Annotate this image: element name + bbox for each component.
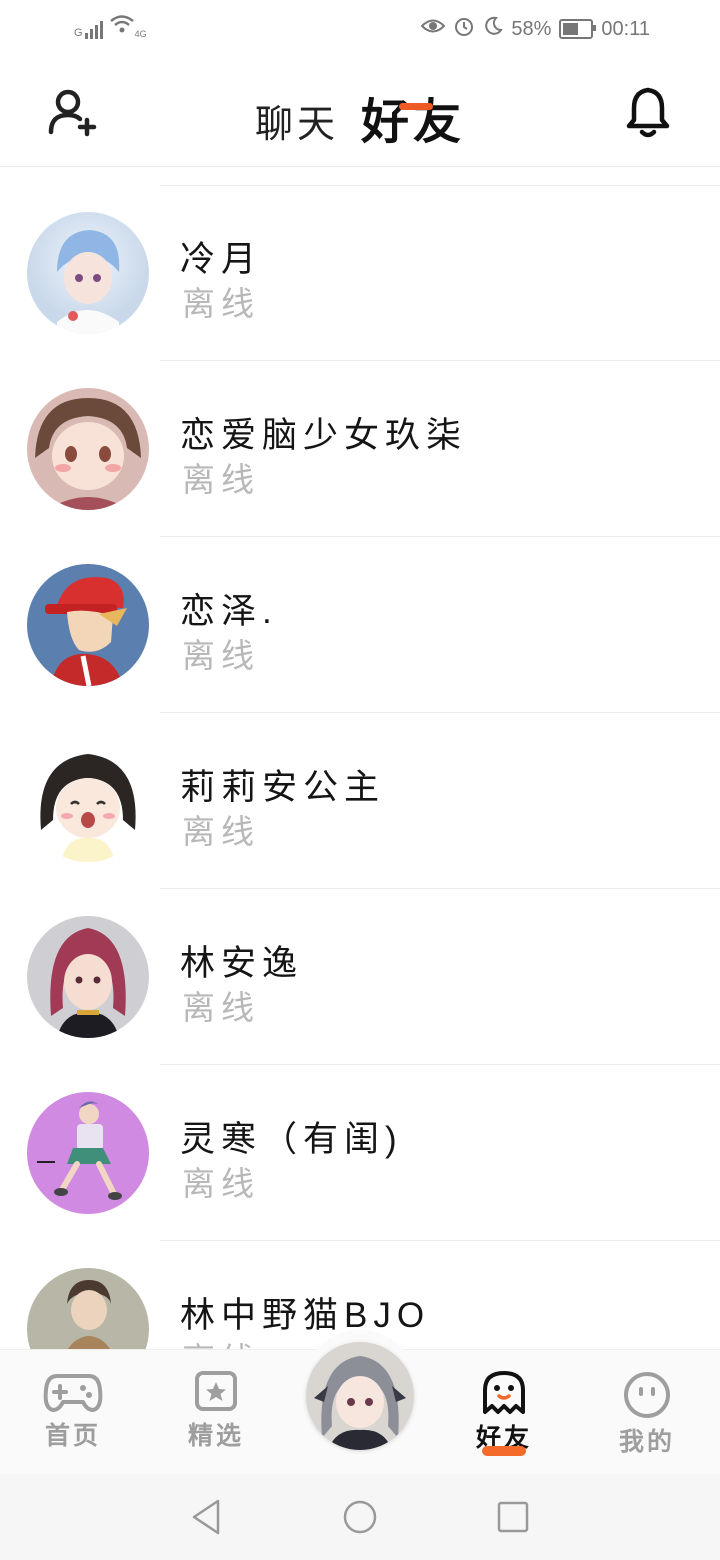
back-triangle-icon [192,1499,220,1535]
eye-comfort-icon [420,17,446,41]
active-tab-indicator [399,103,433,110]
gamepad-icon [43,1374,103,1412]
friend-list[interactable]: 冷月 离线 恋爱脑少女玖柒 离线 恋泽. 离线 莉莉安公主 离线 林安逸 离线 [0,167,720,1349]
friend-name: 恋爱脑少女玖柒 [180,416,468,455]
nav-mine[interactable]: 我的 [592,1370,702,1458]
avatar[interactable] [27,1268,149,1349]
friend-status: 离线 [182,1333,260,1349]
friend-row[interactable]: 莉莉安公主 离线 [0,713,720,889]
tab-friends[interactable]: 好友 [361,82,465,152]
friend-status: 离线 [182,461,260,498]
friend-name: 冷月 [180,240,263,279]
friend-status: 离线 [182,1165,260,1202]
avatar[interactable] [27,564,149,686]
bookmark-star-icon [195,1371,237,1411]
nav-mine-label: 我的 [618,1428,675,1456]
friend-name: 林中野猫BJO [180,1296,431,1335]
friend-row[interactable]: 冷月 离线 [0,185,720,361]
wifi-badge: 4G [134,29,147,39]
clock: 00:11 [601,17,650,40]
smiley-face-icon [624,1372,670,1418]
friend-row[interactable]: 林安逸 离线 [0,889,720,1065]
home-circle-icon [343,1500,377,1534]
recents-square-icon [497,1501,529,1533]
back-button[interactable] [190,1498,222,1541]
nav-active-indicator [482,1446,526,1456]
header-tabs: 聊天 好友 [0,82,720,152]
nav-home-label: 首页 [44,1422,101,1450]
home-button[interactable] [342,1498,378,1541]
do-not-disturb-icon [483,16,504,42]
battery-percent: 58% [511,17,552,40]
wifi-icon [109,14,135,39]
friend-name: 灵寒（有闺) [180,1120,403,1159]
battery-icon [559,19,597,39]
nav-friends[interactable]: 好友 [449,1370,559,1456]
signal-icon [84,21,103,39]
top-header: 聊天 好友 [0,56,720,166]
friend-name: 莉莉安公主 [180,768,386,807]
friend-status: 离线 [182,637,260,674]
notification-button[interactable] [624,86,672,138]
network-type: G [74,27,83,39]
recents-button[interactable] [496,1498,530,1541]
friend-status: 离线 [182,285,260,322]
friend-name: 林安逸 [180,944,304,983]
avatar[interactable] [27,212,149,334]
nav-featured[interactable]: 精选 [161,1370,271,1452]
my-avatar[interactable] [306,1342,414,1450]
nav-home[interactable]: 首页 [18,1370,128,1452]
avatar[interactable] [27,916,149,1038]
status-left: G 4G [74,14,147,39]
alarm-icon [453,15,475,43]
friend-row[interactable]: 恋泽. 离线 [0,537,720,713]
ghost-icon [483,1371,525,1414]
avatar[interactable] [27,740,149,862]
friend-status: 离线 [182,989,260,1026]
bell-icon [626,87,670,138]
status-bar: G 4G 58% 00:11 [0,0,720,56]
avatar[interactable] [27,1092,149,1214]
tab-chat[interactable]: 聊天 [255,93,339,152]
avatar[interactable] [27,388,149,510]
friend-row[interactable]: 灵寒（有闺) 离线 [0,1065,720,1241]
system-nav-bar [0,1474,720,1560]
friend-status: 离线 [182,813,260,850]
friend-name: 恋泽. [180,592,278,631]
nav-featured-label: 精选 [187,1422,244,1450]
status-right: 58% 00:11 [420,15,650,43]
friend-row[interactable]: 恋爱脑少女玖柒 离线 [0,361,720,537]
